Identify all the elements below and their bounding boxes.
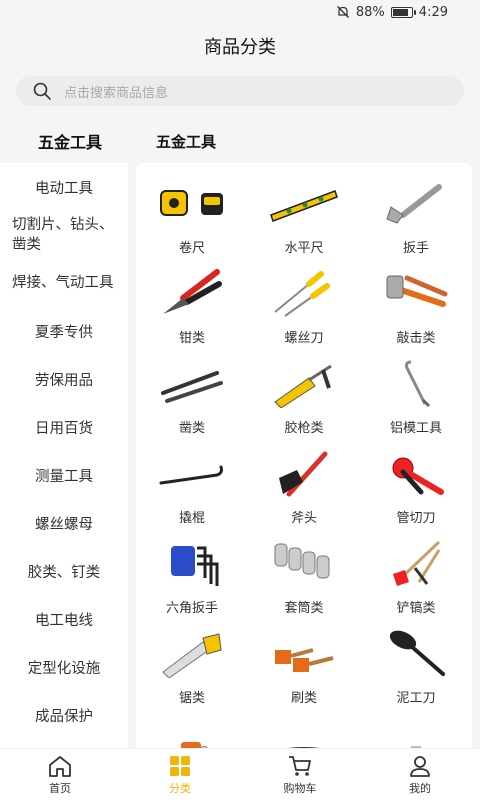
tape-measure-icon <box>160 190 223 216</box>
product-hook-tool[interactable]: 铝模工具 <box>360 353 472 443</box>
product-label: 凿类 <box>178 421 205 436</box>
subcategory-title: 五金工具 <box>156 132 217 151</box>
tab-cart[interactable]: 购物车 <box>240 749 360 800</box>
caulking-gun-icon <box>274 364 332 408</box>
product-tape-measure[interactable]: 卷尺 <box>136 173 248 263</box>
product-pipe-cutter[interactable]: 管切刀 <box>360 443 472 533</box>
saw-icon <box>162 633 222 678</box>
battery-percent: 88% <box>355 4 385 20</box>
pipe-cutter-icon <box>392 457 444 495</box>
sidebar-item-glue-nails[interactable]: 胶类、钉类 <box>0 547 128 595</box>
sidebar-item-standard-facilities[interactable]: 定型化设施 <box>0 643 128 691</box>
hammer-icon <box>386 275 448 307</box>
category-sidebar: 电动工具 切割片、钻头、凿类 焊接、气动工具 夏季专供 劳保用品 日用百货 测量… <box>0 163 128 748</box>
category-group-title: 五金工具 <box>37 133 102 152</box>
wrench-icon <box>386 184 442 224</box>
category-icon <box>170 755 190 776</box>
search-placeholder[interactable]: 点击搜索商品信息 <box>64 82 168 101</box>
product-shovel-pick[interactable]: 铲镐类 <box>360 533 472 623</box>
product-label: 斧头 <box>290 511 317 526</box>
product-label: 螺丝刀 <box>284 331 324 346</box>
status-bar: 88% 4:29 <box>0 0 480 24</box>
product-pliers[interactable]: 钳类 <box>136 263 248 353</box>
product-label: 铲镐类 <box>396 601 436 616</box>
product-float-trowel[interactable] <box>136 713 248 748</box>
product-chisel[interactable]: 凿类 <box>136 353 248 443</box>
search-icon <box>33 82 51 100</box>
shovel-pick-icon <box>393 540 441 586</box>
product-label: 水平尺 <box>284 241 324 256</box>
product-wrench[interactable]: 扳手 <box>360 173 472 263</box>
sidebar-item-cutting-drilling[interactable]: 切割片、钻头、凿类 <box>0 211 128 259</box>
product-label: 六角扳手 <box>165 601 218 616</box>
product-label: 铝模工具 <box>389 421 442 436</box>
socket-icon <box>274 543 330 579</box>
spirit-level-icon <box>270 190 338 222</box>
sidebar-item-safety-gear[interactable]: 劳保用品 <box>0 355 128 403</box>
product-spirit-level[interactable]: 水平尺 <box>248 173 360 263</box>
float-trowel-icon <box>181 742 209 748</box>
hex-key-icon <box>171 546 219 586</box>
tab-home[interactable]: 首页 <box>0 749 120 800</box>
product-screwdriver[interactable]: 螺丝刀 <box>248 263 360 353</box>
mute-bell-icon <box>336 6 349 18</box>
tab-label: 分类 <box>169 781 191 795</box>
product-label: 钳类 <box>178 331 205 346</box>
bottom-tab-bar: 首页 分类 购物车 我的 <box>0 748 480 800</box>
battery-icon <box>390 6 416 18</box>
sidebar-item-electrical[interactable]: 电工电线 <box>0 595 128 643</box>
product-label: 套筒类 <box>284 601 324 616</box>
product-label: 扳手 <box>402 241 429 256</box>
product-crowbar[interactable]: 撬棍 <box>136 443 248 533</box>
user-icon <box>410 755 430 777</box>
page-title: 商品分类 <box>0 24 480 68</box>
clock: 4:29 <box>418 4 448 20</box>
product-hammer[interactable]: 敲击类 <box>360 263 472 353</box>
sidebar-item-screws-nuts[interactable]: 螺丝螺母 <box>0 499 128 547</box>
brush-icon <box>275 648 334 672</box>
product-bucket[interactable] <box>248 713 360 748</box>
axe-icon <box>279 451 328 497</box>
drill-bits-icon <box>411 746 421 748</box>
product-label: 卷尺 <box>178 241 205 256</box>
search-bar[interactable]: 点击搜索商品信息 <box>16 76 464 106</box>
sidebar-item-measuring[interactable]: 测量工具 <box>0 451 128 499</box>
product-hex-key[interactable]: 六角扳手 <box>136 533 248 623</box>
product-grid-panel: 卷尺 水平尺 扳手 钳类 螺丝刀 敲击类 凿类 胶枪类 铝模工具 撬棍 斧头 管… <box>136 163 472 748</box>
tab-profile[interactable]: 我的 <box>360 749 480 800</box>
bucket-icon <box>289 747 319 748</box>
sidebar-item-daily-goods[interactable]: 日用百货 <box>0 403 128 451</box>
sidebar-item-welding-pneumatic[interactable]: 焊接、气动工具 <box>0 259 128 307</box>
tab-label: 我的 <box>409 781 431 795</box>
home-icon <box>49 755 71 777</box>
product-label: 敲击类 <box>396 331 436 346</box>
sidebar-item-protection[interactable]: 成品保护 <box>0 691 128 739</box>
sidebar-item-summer[interactable]: 夏季专供 <box>0 307 128 355</box>
product-brush[interactable]: 刷类 <box>248 623 360 713</box>
tab-category[interactable]: 分类 <box>120 749 240 800</box>
pliers-icon <box>163 269 222 314</box>
tab-label: 首页 <box>49 781 71 795</box>
tab-label: 购物车 <box>283 781 317 795</box>
screwdriver-icon <box>274 271 330 317</box>
product-saw[interactable]: 锯类 <box>136 623 248 713</box>
sidebar-item-power-tools[interactable]: 电动工具 <box>0 163 128 211</box>
product-axe[interactable]: 斧头 <box>248 443 360 533</box>
trowel-icon <box>389 630 445 676</box>
product-socket-set[interactable]: 套筒类 <box>248 533 360 623</box>
product-label: 泥工刀 <box>396 691 436 706</box>
product-label: 管切刀 <box>396 511 436 526</box>
hook-tool-icon <box>405 360 431 408</box>
product-label: 胶枪类 <box>284 421 324 436</box>
product-caulking-gun[interactable]: 胶枪类 <box>248 353 360 443</box>
product-label: 锯类 <box>178 691 205 706</box>
cart-icon <box>289 755 311 776</box>
chisel-icon <box>161 371 223 403</box>
product-drill-bits[interactable] <box>360 713 472 748</box>
product-label: 撬棍 <box>178 511 205 526</box>
crowbar-icon <box>159 465 223 485</box>
product-label: 刷类 <box>290 691 317 706</box>
product-trowel[interactable]: 泥工刀 <box>360 623 472 713</box>
